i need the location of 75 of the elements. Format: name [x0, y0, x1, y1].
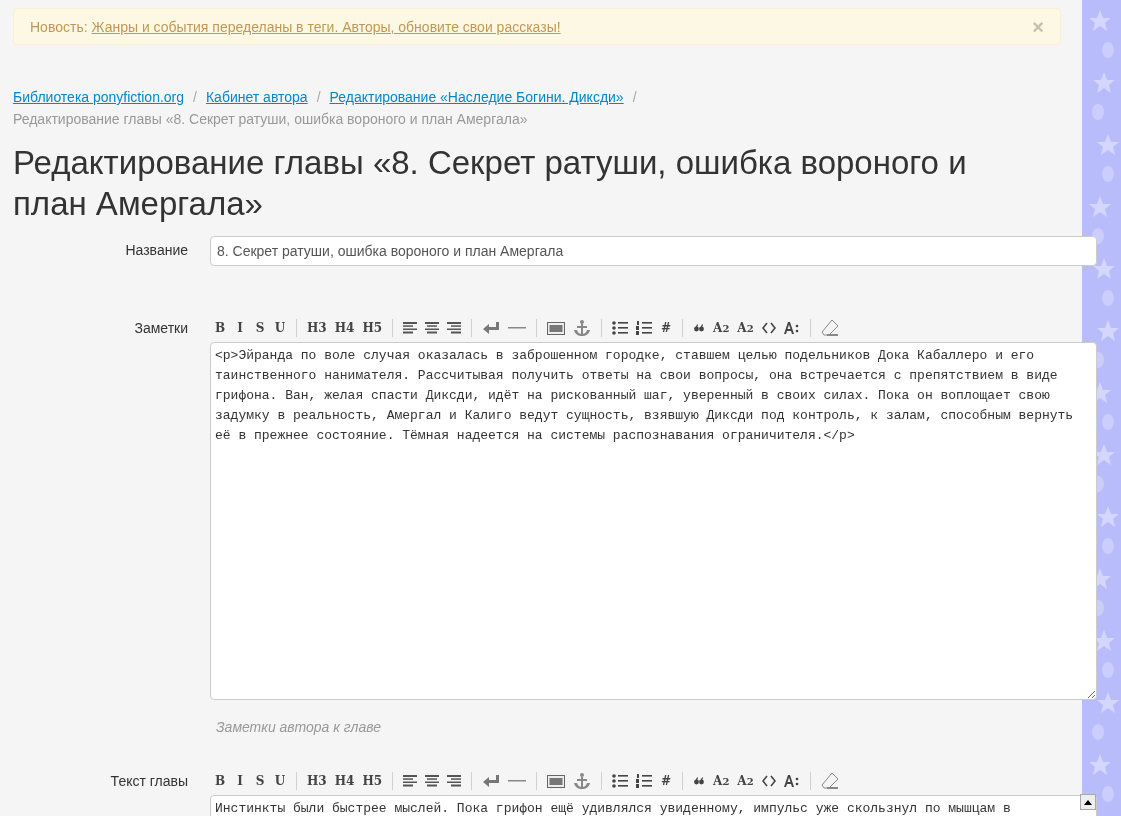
format-button[interactable]: I	[234, 319, 246, 337]
input-field[interactable]: 8. Секрет ратуши, ошибка вороного и план Амергала	[210, 236, 1097, 266]
return-arrow-icon	[482, 321, 501, 335]
format-button[interactable]	[482, 772, 501, 790]
breadcrumb-text: Редактирование главы «8. Секрет ратуши, ошибка вороного и план Амергала»	[13, 110, 528, 129]
align-center-icon	[425, 775, 440, 787]
horizontal-line-icon	[508, 779, 527, 783]
format-button[interactable]: H5	[362, 772, 383, 790]
help-text: Заметки автора к главе	[216, 719, 382, 735]
format-button[interactable]: H4	[334, 772, 355, 790]
format-button[interactable]	[482, 319, 501, 337]
align-right-icon	[447, 322, 462, 334]
format-button[interactable]	[636, 319, 653, 337]
format-button[interactable]	[783, 772, 800, 790]
image-icon	[547, 774, 566, 788]
quote-icon	[694, 777, 705, 785]
format-button[interactable]	[425, 319, 440, 337]
align-left-icon	[403, 775, 418, 787]
format-button[interactable]	[425, 772, 440, 790]
breadcrumb-link[interactable]: Библиотека ponyfiction.org	[13, 89, 185, 105]
format-button[interactable]	[547, 319, 566, 337]
bullet-list-icon	[612, 774, 629, 788]
breadcrumb-separator: /	[631, 89, 638, 105]
format-button[interactable]: S	[254, 772, 266, 790]
anchor-icon	[573, 772, 592, 790]
format-button[interactable]	[547, 772, 566, 790]
field-label: Текст главы	[109, 772, 188, 791]
format-button[interactable]	[636, 772, 653, 790]
image-icon	[547, 321, 566, 335]
scroll-up-icon[interactable]	[1080, 794, 1096, 810]
format-button[interactable]	[612, 319, 629, 337]
format-button[interactable]: I	[234, 772, 246, 790]
code-icon	[761, 322, 776, 334]
format-button[interactable]: U	[274, 319, 286, 337]
quote-icon	[694, 324, 705, 332]
format-button[interactable]: B	[214, 772, 226, 790]
format-button[interactable]: H4	[334, 319, 355, 337]
text-area[interactable]: <p>Эйранда по воле случая оказалась в заброшенном городке, ставшем целью подельников Дока Кабаллеро и его таинственного нанимателя. Рассчитывая получить ответы на свои вопросы, она встречается с препятствием в виде грифона. Ван, желая спасти Диксди, идёт на рискованный шаг, уверенный в своих силах. Пока он воплощает свою задумку в реальность, Амергал и Калиго ведут сущность, взявшую Диксди под контроль, к залам, способным вернуть её в прежнее состояние. Тёмная надеется на системы распознавания ограничителя.</p>	[210, 342, 1097, 700]
breadcrumb-separator: /	[315, 89, 322, 105]
align-right-icon	[447, 775, 462, 787]
eraser-icon	[820, 772, 839, 790]
breadcrumb-link[interactable]: Кабинет автора	[205, 89, 308, 105]
align-left-icon	[403, 322, 418, 334]
format-button[interactable]	[403, 319, 418, 337]
field-label: Заметки	[133, 319, 188, 338]
bullet-list-icon	[612, 321, 629, 335]
spoiler-icon	[783, 322, 800, 334]
code-icon	[761, 775, 776, 787]
format-button[interactable]: #	[660, 319, 673, 337]
align-center-icon	[425, 322, 440, 334]
text-area[interactable]: Инстинкты были быстрее мыслей. Пока грифон ещё удивлялся увиденному, импульс уже скользнул по мышцам в	[210, 795, 1097, 816]
page-title: Редактирование главы «8. Секрет ратуши, ошибка вороного и план Амергала»	[13, 143, 968, 224]
alert-label: Новость:	[30, 18, 88, 35]
format-button[interactable]	[403, 772, 418, 790]
horizontal-line-icon	[508, 326, 527, 330]
breadcrumb-link[interactable]: Редактирование «Наследие Богини. Диксди»	[329, 89, 624, 105]
format-button[interactable]	[447, 319, 462, 337]
format-button[interactable]: S	[254, 319, 266, 337]
spoiler-icon	[783, 775, 800, 787]
format-button[interactable]	[783, 319, 800, 337]
numbered-list-icon	[636, 321, 653, 335]
return-arrow-icon	[482, 774, 501, 788]
numbered-list-icon	[636, 774, 653, 788]
format-button[interactable]: H3	[307, 772, 327, 790]
anchor-icon	[573, 319, 592, 337]
format-button[interactable]	[447, 772, 462, 790]
format-button[interactable]	[612, 772, 629, 790]
format-button[interactable]: H5	[362, 319, 383, 337]
field-label: Название	[124, 241, 188, 260]
format-button[interactable]: B	[214, 319, 226, 337]
format-button[interactable]: H3	[307, 319, 327, 337]
eraser-icon	[820, 319, 839, 337]
format-button[interactable]: U	[274, 772, 286, 790]
breadcrumb-separator: /	[192, 89, 198, 105]
format-button[interactable]: #	[660, 772, 673, 790]
